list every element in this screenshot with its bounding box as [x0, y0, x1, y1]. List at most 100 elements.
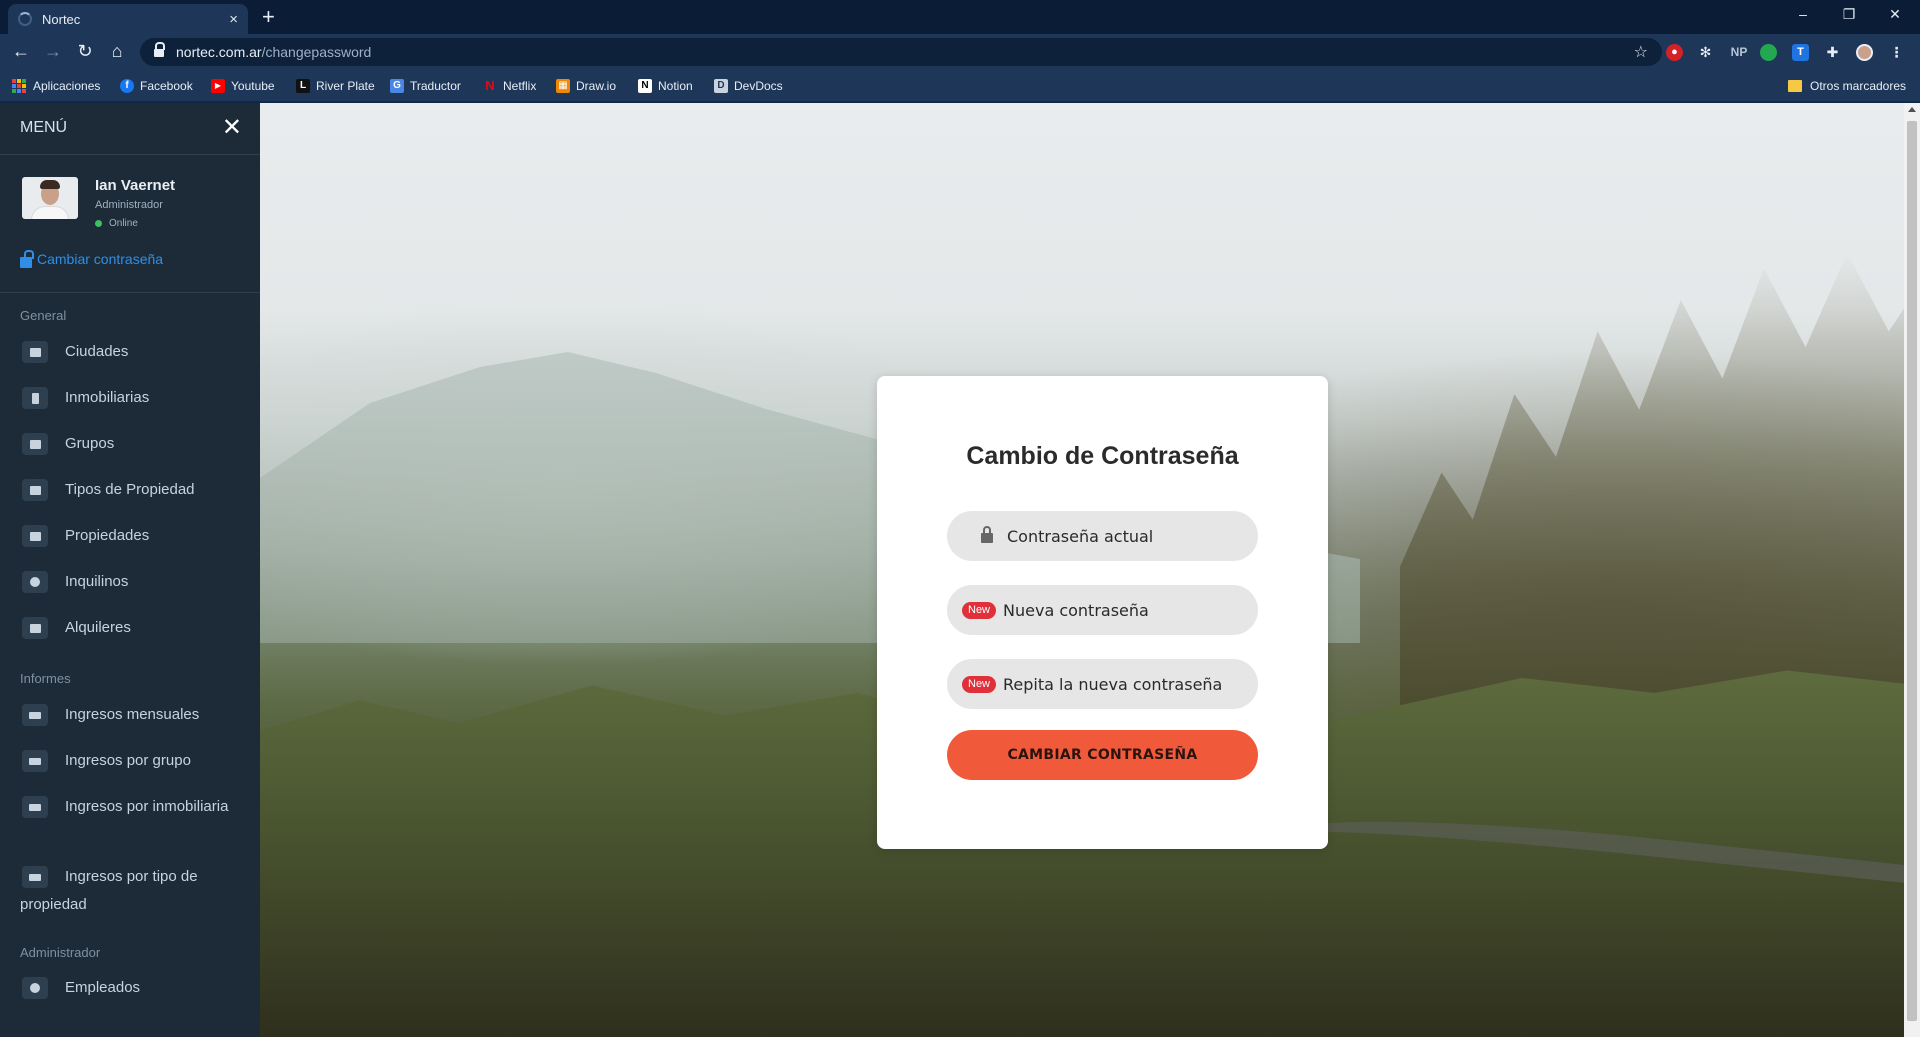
section-administrador: Administrador [20, 945, 101, 960]
sidebar-item-grupos[interactable]: Grupos [0, 430, 260, 458]
change-password-label: Cambiar contraseña [37, 251, 164, 267]
restore-button[interactable]: ❐ [1826, 6, 1872, 23]
bookmark-apps[interactable]: Aplicaciones [12, 76, 100, 96]
sidebar-item-tipos-propiedad[interactable]: Tipos de Propiedad [0, 476, 260, 504]
bookmark-river-plate[interactable]: L River Plate [296, 76, 375, 96]
tab-close-button[interactable]: × [229, 11, 238, 28]
bookmark-notion[interactable]: N Notion [638, 76, 693, 96]
browser-menu-icon[interactable]: ⋮ [1888, 44, 1905, 61]
bookmark-netflix[interactable]: N Netflix [483, 76, 536, 96]
bookmark-label: River Plate [316, 79, 375, 93]
sidebar-item-label: Empleados [65, 979, 141, 996]
users-icon [22, 571, 48, 593]
sidebar-item-label: Grupos [65, 435, 115, 452]
youtube-icon: ▶ [211, 79, 225, 93]
bookmark-label: Aplicaciones [33, 79, 101, 93]
group-icon [22, 433, 48, 455]
lock-icon [981, 526, 993, 543]
status-label: Online [109, 218, 138, 229]
apps-grid-icon [12, 79, 26, 93]
new-password-field[interactable]: New [947, 585, 1258, 635]
new-badge: New [962, 601, 997, 619]
city-icon [22, 341, 48, 363]
address-bar[interactable]: nortec.com.ar/changepassword ☆ [140, 38, 1662, 66]
other-bookmarks-label: Otros marcadores [1810, 79, 1907, 93]
sidebar-item-empleados[interactable]: Empleados [0, 974, 260, 1002]
sidebar-item-label: Ingresos por grupo [65, 752, 191, 769]
loading-icon [18, 12, 32, 26]
scrollbar[interactable] [1904, 103, 1920, 1037]
sidebar-item-ciudades[interactable]: Ciudades [0, 338, 260, 366]
bookmark-facebook[interactable]: f Facebook [120, 76, 193, 96]
sidebar-item-propiedades[interactable]: Propiedades [0, 522, 260, 550]
home-icon[interactable]: ⌂ [106, 41, 128, 61]
bookmark-star-icon[interactable]: ☆ [1634, 42, 1648, 62]
avatar [22, 177, 78, 219]
drawio-icon: ▦ [556, 79, 570, 93]
sidebar-item-inmobiliarias[interactable]: Inmobiliarias [0, 384, 260, 412]
sidebar-item-label: Propiedades [65, 527, 150, 544]
new-tab-button[interactable]: + [262, 5, 275, 29]
bookmark-label: Youtube [231, 79, 275, 93]
url-host: nortec.com.ar [176, 44, 262, 60]
extension-red-icon[interactable]: ● [1666, 44, 1683, 61]
close-icon[interactable]: ✕ [222, 113, 242, 142]
money-icon [22, 866, 48, 888]
current-password-field[interactable] [947, 511, 1258, 561]
main-content: Cambio de Contraseña New New CAMBIAR CON… [260, 103, 1920, 1037]
sidebar-item-label: Inquilinos [65, 573, 129, 590]
sidebar-item-ingresos-inmobiliaria[interactable]: Ingresos por inmobiliaria [0, 793, 240, 821]
bookmark-label: Netflix [503, 79, 537, 93]
change-password-button[interactable]: CAMBIAR CONTRASEÑA [947, 730, 1258, 780]
translate-icon: G [390, 79, 404, 93]
repeat-password-input[interactable] [1003, 674, 1224, 694]
extension-np-icon[interactable]: NP [1728, 44, 1750, 61]
back-arrow-icon[interactable]: ← [10, 41, 32, 61]
bookmark-drawio[interactable]: ▦ Draw.io [556, 76, 616, 96]
sidebar-item-label: Ciudades [65, 343, 129, 360]
online-dot-icon [95, 220, 102, 227]
change-password-link[interactable]: Cambiar contraseña [20, 249, 164, 268]
sidebar-item-ingresos-tipo[interactable]: Ingresos por tipo de propiedad [0, 863, 240, 919]
home-icon [22, 525, 48, 547]
current-password-input[interactable] [1007, 526, 1227, 546]
sidebar-item-ingresos-mensuales[interactable]: Ingresos mensuales [0, 701, 260, 729]
notion-icon: N [638, 79, 652, 93]
new-password-input[interactable] [1003, 600, 1224, 620]
user-status: Online [95, 218, 138, 229]
minimize-button[interactable]: – [1780, 6, 1826, 22]
extension-green-icon[interactable] [1760, 44, 1777, 61]
bookmark-devdocs[interactable]: D DevDocs [714, 76, 783, 96]
scrollbar-thumb[interactable] [1907, 121, 1917, 1021]
extension-t-icon[interactable]: T [1792, 44, 1809, 61]
profile-avatar-icon[interactable] [1856, 44, 1873, 61]
reload-icon[interactable]: ↻ [74, 41, 96, 61]
bookmark-label: DevDocs [734, 79, 783, 93]
sidebar-item-label: Ingresos mensuales [65, 706, 200, 723]
warehouse-icon [22, 479, 48, 501]
browser-tab[interactable]: Nortec × [8, 4, 248, 34]
sidebar-item-alquileres[interactable]: Alquileres [0, 614, 260, 642]
repeat-password-field[interactable]: New [947, 659, 1258, 709]
river-plate-icon: L [296, 79, 310, 93]
extension-react-icon[interactable]: ✻ [1697, 44, 1714, 61]
forward-arrow-icon[interactable]: → [42, 41, 64, 61]
section-informes: Informes [20, 671, 71, 686]
window-close-button[interactable]: ✕ [1872, 6, 1918, 23]
scroll-up-arrow-icon[interactable] [1908, 107, 1916, 112]
sidebar-item-inquilinos[interactable]: Inquilinos [0, 568, 260, 596]
bookmark-label: Draw.io [576, 79, 617, 93]
bookmark-youtube[interactable]: ▶ Youtube [211, 76, 275, 96]
devdocs-icon: D [714, 79, 728, 93]
other-bookmarks-folder[interactable]: Otros marcadores [1788, 76, 1906, 96]
money-icon [22, 750, 48, 772]
sidebar-header: MENÚ ✕ [0, 103, 260, 155]
sidebar-item-ingresos-grupo[interactable]: Ingresos por grupo [0, 747, 260, 775]
extensions-puzzle-icon[interactable]: ✚ [1824, 44, 1841, 61]
sidebar-item-label: Alquileres [65, 619, 131, 636]
sidebar: MENÚ ✕ Ian Vaernet Administrador Online … [0, 103, 260, 1037]
bookmark-traductor[interactable]: G Traductor [390, 76, 461, 96]
user-role: Administrador [95, 199, 163, 211]
user-icon [22, 977, 48, 999]
page-title: Cambio de Contraseña [966, 442, 1239, 470]
